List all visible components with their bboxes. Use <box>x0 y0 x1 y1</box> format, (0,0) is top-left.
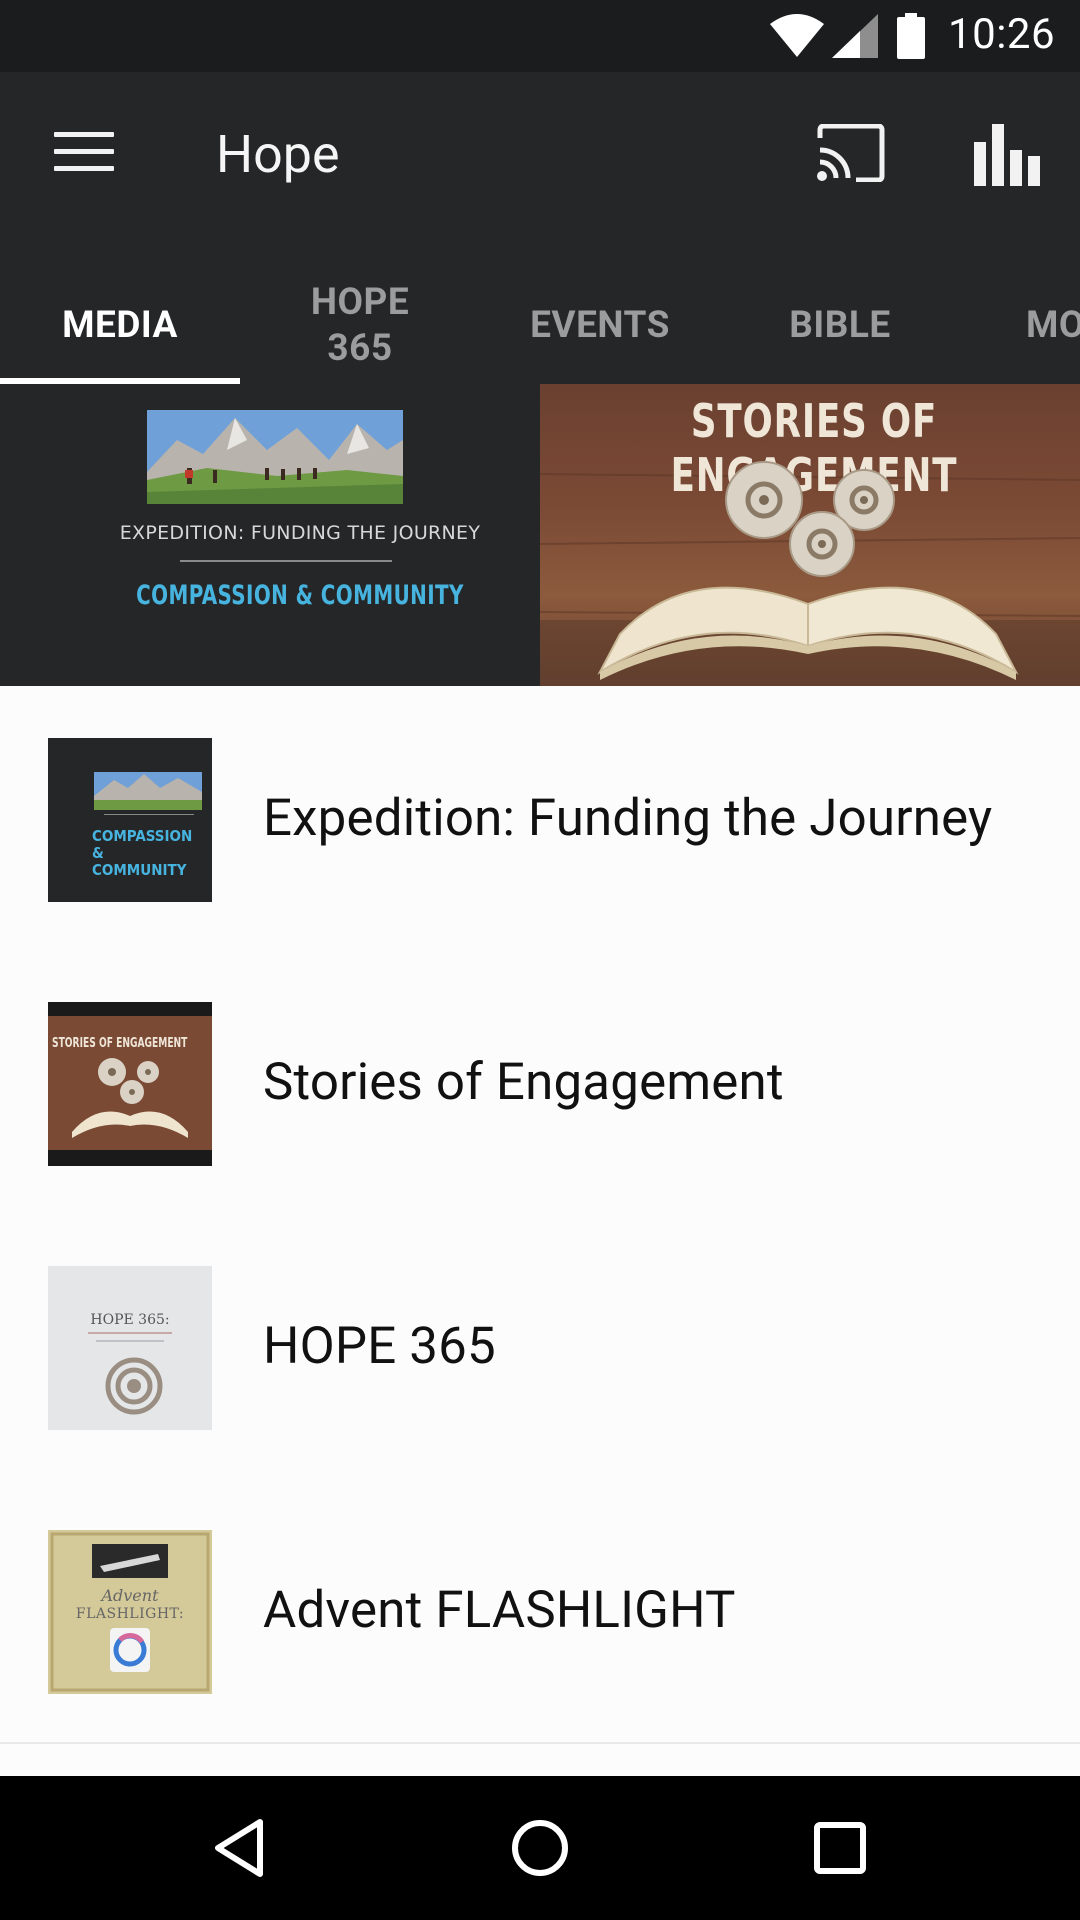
tab-label: MO <box>1026 304 1080 347</box>
signal-icon <box>832 14 878 58</box>
tab-label: MEDIA <box>62 304 178 347</box>
list-item[interactable]: COMPASSION & COMMUNITY Expedition: Fundi… <box>0 686 1080 952</box>
thumb-caption: STORIES OF ENGAGEMENT <box>52 1036 188 1051</box>
back-icon[interactable] <box>200 1808 280 1888</box>
tab-label: EVENTS <box>530 304 670 347</box>
expedition-thumbnail: COMPASSION & COMMUNITY <box>48 738 212 902</box>
cast-icon[interactable] <box>816 124 886 182</box>
mountain-hikers-image <box>147 410 403 504</box>
item-title: Expedition: Funding the Journey <box>263 788 993 848</box>
tab-hope-365[interactable]: HOPE 365 <box>240 268 480 384</box>
list-item[interactable]: Advent FLASHLIGHT: Advent FLASHLIGHT <box>0 1478 1080 1744</box>
open-book-gears-image <box>597 461 1019 680</box>
thumb-caption: Advent <box>101 1586 159 1605</box>
tab-events[interactable]: EVENTS <box>480 268 720 384</box>
item-title: Stories of Engagement <box>263 1052 784 1112</box>
status-bar: 10:26 <box>0 0 1080 72</box>
tab-label: BIBLE <box>789 304 891 347</box>
thumbnail-image <box>48 1002 212 1166</box>
advent-thumbnail: Advent FLASHLIGHT: <box>48 1530 212 1694</box>
thumb-caption: FLASHLIGHT: <box>75 1606 185 1622</box>
item-title: HOPE 365 <box>263 1316 496 1376</box>
app-title: Hope <box>216 124 340 185</box>
list-item[interactable]: HOPE 365: HOPE 365 <box>0 1214 1080 1480</box>
featured-banner[interactable]: EXPEDITION: FUNDING THE JOURNEY COMPASSI… <box>0 384 1080 686</box>
hope365-thumbnail: HOPE 365: <box>48 1266 212 1430</box>
target-icon <box>88 1332 172 1415</box>
stories-thumbnail: STORIES OF ENGAGEMENT <box>48 1002 212 1166</box>
recents-icon[interactable] <box>800 1808 880 1888</box>
battery-icon <box>897 13 925 59</box>
clock: 10:26 <box>948 10 1056 59</box>
navigation-bar <box>0 1776 1080 1920</box>
item-title: Advent FLASHLIGHT <box>263 1580 736 1640</box>
home-icon[interactable] <box>500 1808 580 1888</box>
list-item[interactable]: STORIES OF ENGAGEMENT Stories of Engagem… <box>0 950 1080 1216</box>
banner-expedition[interactable]: EXPEDITION: FUNDING THE JOURNEY COMPASSI… <box>0 384 540 686</box>
tab-more[interactable]: MO <box>960 268 1080 384</box>
banner-caption: EXPEDITION: FUNDING THE JOURNEY <box>119 522 481 544</box>
bar-chart-icon[interactable] <box>972 124 1042 186</box>
tab-label: HOPE 365 <box>310 281 410 370</box>
app-bar: Hope MEDIA HOPE 365 EVENTS BIBLE MO <box>0 72 1080 384</box>
divider <box>180 560 392 562</box>
banner-stories[interactable]: STORIES OF ENGAGEMENT <box>540 384 1080 686</box>
menu-icon[interactable] <box>54 132 114 172</box>
tab-media[interactable]: MEDIA <box>0 268 240 384</box>
tab-bar: MEDIA HOPE 365 EVENTS BIBLE MO <box>0 268 1080 384</box>
banner-subtitle: COMPASSION & COMMUNITY <box>136 580 464 611</box>
tab-bible[interactable]: BIBLE <box>720 268 960 384</box>
thumb-caption: COMPASSION & COMMUNITY <box>92 827 193 879</box>
wifi-icon <box>770 14 824 57</box>
